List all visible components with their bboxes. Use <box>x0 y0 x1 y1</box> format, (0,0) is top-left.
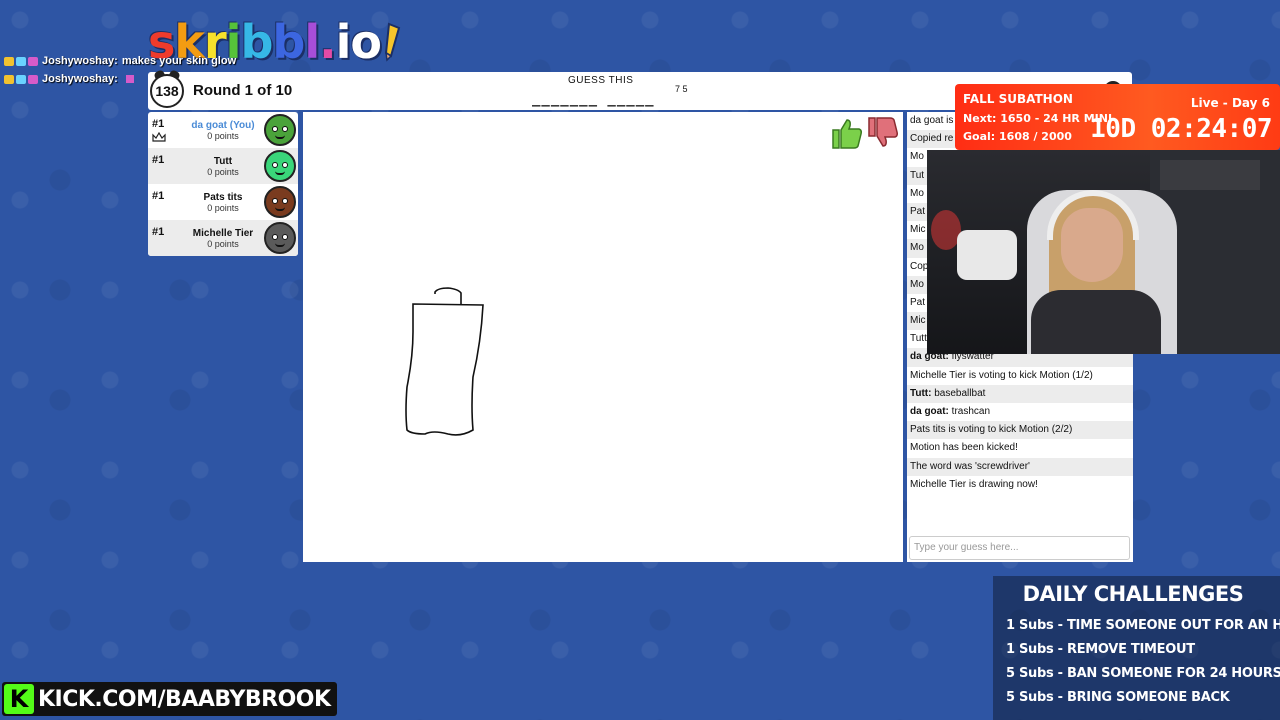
crown-icon <box>152 132 166 142</box>
player-points: 0 points <box>207 167 239 177</box>
chat-text: Tutt <box>910 333 927 345</box>
subathon-goal: Goal: 1608 / 2000 <box>963 130 1072 143</box>
player-rank: #1 <box>152 118 165 130</box>
sub-badge-icon <box>28 56 38 66</box>
player-points: 0 points <box>207 203 239 213</box>
webcam-feed <box>927 150 1280 354</box>
subathon-banner: FALL SUBATHON Live - Day 6 Next: 1650 - … <box>955 84 1280 150</box>
player-name: Pats tits <box>203 192 243 203</box>
player-rank: #1 <box>152 226 165 238</box>
chat-text: Mo <box>910 151 924 163</box>
chat-text: trashcan <box>951 406 991 417</box>
kick-logo-icon: K <box>4 684 34 714</box>
daily-challenges: DAILY CHALLENGES 1 Subs - TIME SOMEONE O… <box>993 576 1280 720</box>
player-row[interactable]: #1 Pats tits 0 points <box>148 184 298 220</box>
player-points: 0 points <box>207 131 239 141</box>
overlay-chat-message: makes your skin glow <box>121 55 237 67</box>
pencil-icon <box>384 22 401 62</box>
chat-text: Mic <box>910 315 926 327</box>
sub-badge-icon <box>28 74 38 84</box>
drawing-stroke <box>405 287 484 436</box>
drawing-canvas[interactable] <box>303 112 903 562</box>
thumbs-up-icon[interactable] <box>829 116 863 150</box>
kick-url: KICK.COM/BAABYBROOK <box>38 686 331 712</box>
chat-message: da goat: trashcan <box>907 403 1133 421</box>
chat-text: da goat is <box>910 115 954 126</box>
badges <box>4 74 38 84</box>
chat-message: The word was 'screwdriver' <box>907 457 1133 476</box>
chat-text: Michelle Tier is voting to kick Motion (… <box>910 369 1093 381</box>
avatar <box>264 114 296 146</box>
crown-badge-icon <box>4 74 14 84</box>
challenge-item: 1 Subs - REMOVE TIMEOUT <box>1006 642 1195 657</box>
chat-message: Motion has been kicked! <box>907 439 1133 457</box>
overlay-chat-user: Joshywoshay: <box>42 73 118 85</box>
player-rank: #1 <box>152 154 165 166</box>
chat-text: Pats tits is voting to kick Motion (2/2) <box>910 424 1073 436</box>
guess-title: GUESS THIS <box>568 75 634 86</box>
daily-title: DAILY CHALLENGES <box>1022 582 1244 606</box>
challenge-item: 5 Subs - BAN SOMEONE FOR 24 HOURS <box>1006 666 1280 681</box>
round-label: Round 1 of 10 <box>193 82 293 99</box>
chat-text: Mic <box>910 224 926 236</box>
overlay-chat-user: Joshywoshay: <box>42 55 118 67</box>
player-name: Michelle Tier <box>192 228 254 239</box>
avatar <box>264 150 296 182</box>
player-row[interactable]: #1 Michelle Tier 0 points <box>148 220 298 256</box>
player-list: #1 da goat (You) 0 points #1 Tutt 0 poin… <box>148 112 298 256</box>
subathon-title: FALL SUBATHON <box>963 92 1073 106</box>
player-rank: #1 <box>152 190 165 202</box>
gift-badge-icon <box>16 74 26 84</box>
chat-message: Pats tits is voting to kick Motion (2/2) <box>907 421 1133 440</box>
chat-text: The word was 'screwdriver' <box>910 460 1030 472</box>
chat-text: Mo <box>910 278 924 290</box>
chat-text: Tut <box>910 169 925 181</box>
player-row[interactable]: #1 da goat (You) 0 points <box>148 112 298 148</box>
word-lengths: 7 5 <box>675 84 688 94</box>
kick-banner: K KICK.COM/BAABYBROOK <box>2 682 337 716</box>
chat-text: Motion has been kicked! <box>910 442 1018 454</box>
chat-text: Copied re <box>910 133 954 145</box>
avatar <box>264 222 296 254</box>
chat-text: Mo <box>910 242 924 254</box>
avatar <box>264 186 296 218</box>
chat-text: Pat <box>910 296 926 308</box>
chat-message: Tutt: baseballbat <box>907 384 1133 403</box>
chat-text: Mo <box>910 187 924 199</box>
player-points: 0 points <box>207 239 239 249</box>
chat-message: Michelle Tier is voting to kick Motion (… <box>907 367 1133 385</box>
chat-text: Pat <box>910 205 926 217</box>
chat-message: Michelle Tier is drawing now! <box>907 476 1133 494</box>
badges <box>4 56 38 66</box>
chat-text: Michelle Tier is drawing now! <box>910 478 1038 490</box>
gift-badge-icon <box>16 56 26 66</box>
challenge-item: 5 Subs - BRING SOMEONE BACK <box>1006 690 1230 705</box>
emote-icon <box>125 75 134 83</box>
word-hint: _______ _____ <box>532 91 655 107</box>
guess-input[interactable]: Type your guess here... <box>909 536 1130 560</box>
player-name: da goat (You) <box>191 120 255 131</box>
chat-text: baseballbat <box>934 387 986 399</box>
subathon-live: Live - Day 6 <box>1190 96 1270 110</box>
crown-badge-icon <box>4 56 14 66</box>
player-row[interactable]: #1 Tutt 0 points <box>148 148 298 184</box>
round-timer: 138 <box>150 74 184 108</box>
overlay-chat-line: Joshywoshay: makes your skin glow <box>4 52 236 70</box>
thumbs-down-icon[interactable] <box>865 116 899 150</box>
chat-author: Tutt: <box>910 387 932 399</box>
chat-text: Cop <box>910 260 929 272</box>
player-name: Tutt <box>213 156 233 167</box>
chat-author: da goat: <box>910 406 949 417</box>
subathon-timer: 10D 02:24:07 <box>1090 114 1272 144</box>
challenge-item: 1 Subs - TIME SOMEONE OUT FOR AN HOUR <box>1006 618 1280 633</box>
